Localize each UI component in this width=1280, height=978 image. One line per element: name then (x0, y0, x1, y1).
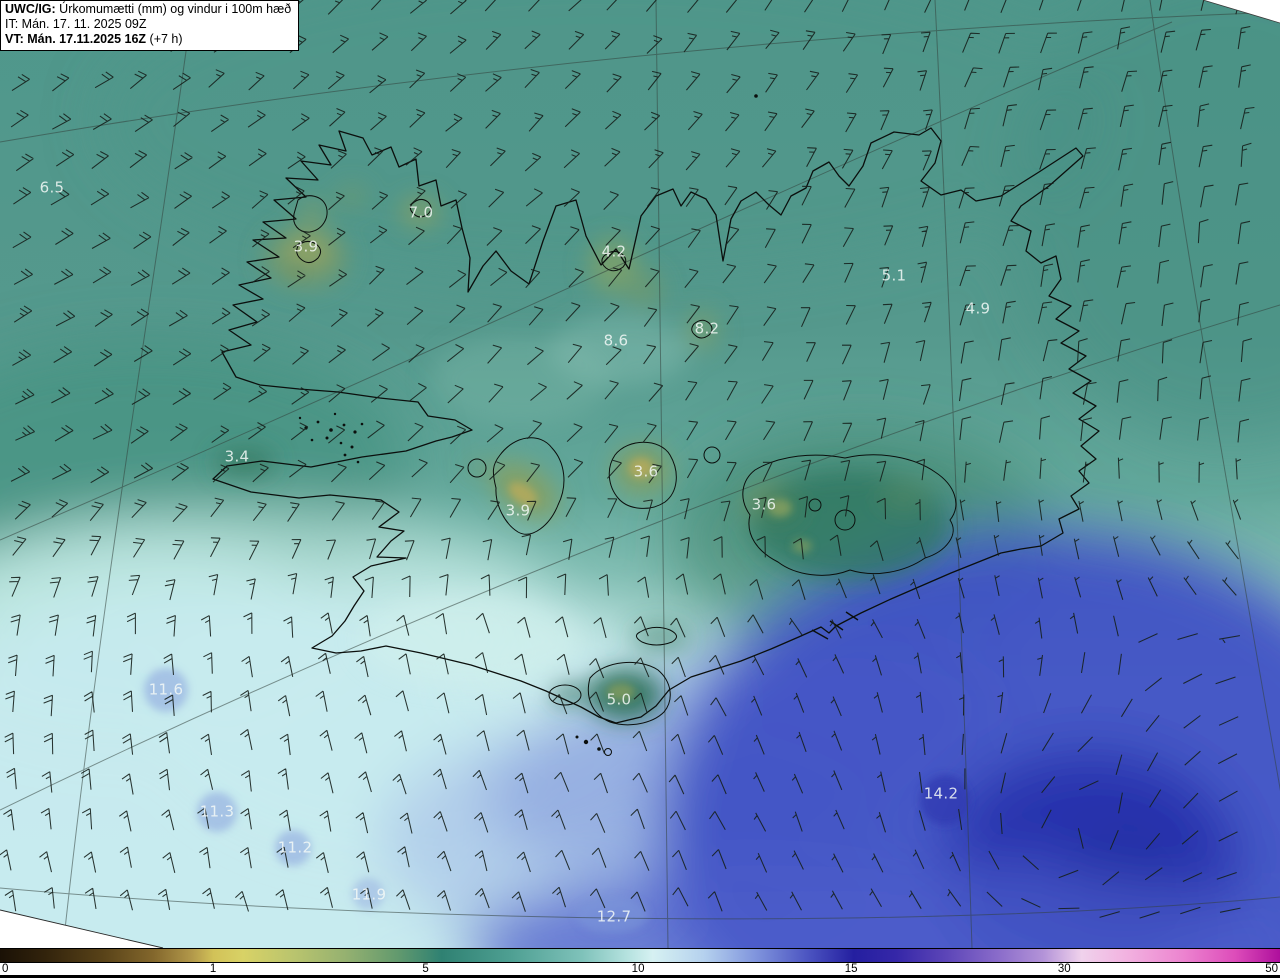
colorbar-tick: 0 (2, 963, 9, 975)
weather-map: 6.5 3.9 7.0 4.2 8.6 8.2 5.1 4.9 3.4 3.6 3.9 3.6 5.0 1… (0, 0, 1280, 948)
product-title: Úrkomumætti (mm) og vindur i 100m hæð (55, 2, 292, 16)
colorbar-tick: 15 (844, 963, 858, 975)
valid-time: VT: Mán. 17.11.2025 16Z (5, 32, 147, 46)
colorbar-tick: 1 (209, 963, 217, 975)
title-line-product: UWC/IG: Úrkomumætti (mm) og vindur i 100… (5, 2, 291, 17)
colorbar: 0 1 5 10 15 30 50 (0, 948, 1280, 978)
product-id: UWC/IG: (5, 2, 56, 16)
title-box: UWC/IG: Úrkomumætti (mm) og vindur i 100… (0, 0, 300, 51)
title-line-valid-time: VT: Mán. 17.11.2025 16Z (+7 h) (5, 32, 291, 47)
colorbar-tick: 5 (422, 963, 429, 975)
colorbar-gradient (0, 948, 1280, 963)
colorbar-tick: 10 (631, 963, 645, 975)
colorbar-ticks: 0 1 5 10 15 30 50 (0, 963, 1280, 975)
valid-offset: (+7 h) (146, 32, 183, 46)
colorbar-tick: 30 (1057, 963, 1071, 975)
title-line-init-time: IT: Mán. 17. 11. 2025 09Z (5, 17, 147, 31)
colorbar-tick: 50 (1265, 963, 1278, 975)
map-canvas (0, 0, 1280, 948)
